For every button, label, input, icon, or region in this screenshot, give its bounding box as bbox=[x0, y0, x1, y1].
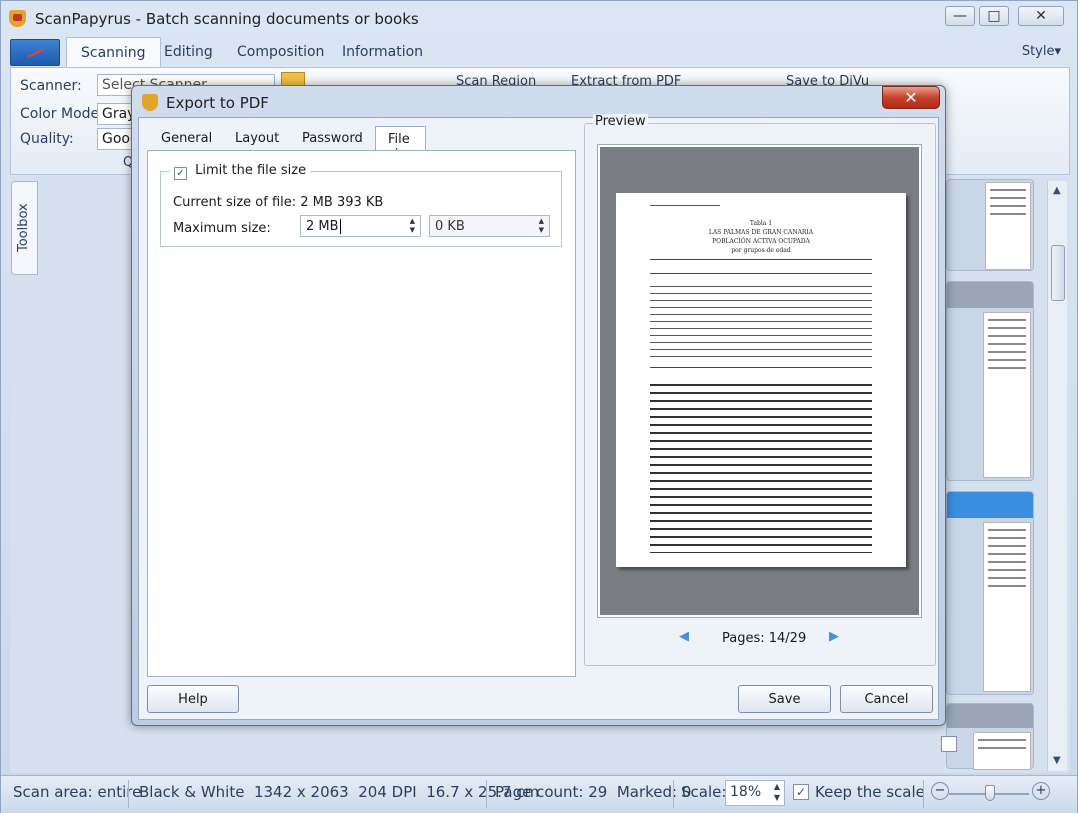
vertical-scrollbar[interactable]: ▲ ▼ bbox=[1047, 181, 1067, 771]
application-menu-button[interactable] bbox=[10, 39, 60, 66]
scrollbar-thumb[interactable] bbox=[1051, 245, 1065, 301]
max-size-mb-value: 2 MB bbox=[306, 219, 339, 234]
preview-header: Tabla 1 bbox=[749, 220, 773, 227]
window-title: ScanPapyrus - Batch scanning documents o… bbox=[35, 10, 419, 28]
preview-group: Tabla 1 LAS PALMAS DE GRAN CANARIA POBLA… bbox=[584, 123, 936, 666]
preview-table bbox=[650, 283, 872, 363]
keep-scale-checkbox[interactable]: ✓ bbox=[793, 784, 809, 800]
image-info-status: Black & White 1342 x 2063 204 DPI 16.7 x… bbox=[139, 783, 540, 801]
previous-page-icon[interactable]: ◀ bbox=[679, 629, 689, 644]
ribbon-tabs: Scanning Editing Composition Information… bbox=[1, 37, 1077, 67]
preview-viewport: Tabla 1 LAS PALMAS DE GRAN CANARIA POBLA… bbox=[597, 144, 922, 618]
tab-layout[interactable]: Layout bbox=[223, 126, 291, 150]
preview-page-heading: Tabla 1 LAS PALMAS DE GRAN CANARIA POBLA… bbox=[616, 219, 906, 255]
cancel-button[interactable]: Cancel bbox=[840, 685, 933, 713]
pages-indicator: Pages: 14/29 bbox=[722, 631, 807, 646]
limit-group-title: ✓ Limit the file size bbox=[170, 163, 311, 180]
status-bar: Scan area: entire Black & White 1342 x 2… bbox=[1, 775, 1077, 813]
kb-spinner-icon[interactable]: ▲ ▼ bbox=[539, 217, 544, 235]
max-size-kb-value: 0 KB bbox=[435, 219, 465, 234]
scanner-label: Scanner: bbox=[20, 78, 82, 94]
maximize-button[interactable]: □ bbox=[979, 6, 1009, 26]
zoom-out-button[interactable]: − bbox=[931, 782, 949, 800]
quality-label: Quality: bbox=[20, 131, 74, 147]
thumbnail-page bbox=[985, 182, 1031, 270]
limit-label[interactable]: Limit the file size bbox=[195, 163, 306, 178]
preview-body-text bbox=[650, 381, 872, 553]
next-page-icon[interactable]: ▶ bbox=[829, 629, 839, 644]
thumbnail-card[interactable] bbox=[941, 703, 1034, 770]
thumbnail-page bbox=[983, 522, 1031, 692]
tab-general[interactable]: General bbox=[149, 126, 224, 150]
scroll-up-icon[interactable]: ▲ bbox=[1053, 185, 1061, 196]
dialog-title: Export to PDF bbox=[166, 94, 269, 112]
thumbnail-card-selected[interactable] bbox=[946, 491, 1034, 695]
close-button[interactable]: ✕ bbox=[1018, 6, 1064, 26]
help-button[interactable]: Help bbox=[147, 685, 239, 713]
minimize-button[interactable]: — bbox=[945, 6, 975, 26]
keep-scale-label: Keep the scale bbox=[815, 783, 925, 801]
scroll-down-icon[interactable]: ▼ bbox=[1053, 755, 1061, 766]
scale-label: Scale: bbox=[681, 783, 727, 801]
tab-password[interactable]: Password bbox=[290, 126, 375, 150]
dialog-close-button[interactable]: ✕ bbox=[882, 86, 940, 109]
tab-scanning[interactable]: Scanning bbox=[66, 37, 161, 67]
max-size-kb-input[interactable]: 0 KB ▲ ▼ bbox=[429, 215, 550, 237]
preview-page: Tabla 1 LAS PALMAS DE GRAN CANARIA POBLA… bbox=[616, 193, 906, 567]
preview-title: LAS PALMAS DE GRAN CANARIA bbox=[708, 229, 814, 236]
export-pdf-dialog: Export to PDF ✕ General Layout Password … bbox=[131, 85, 946, 726]
preview-navigation: ◀ Pages: 14/29 ▶ bbox=[585, 629, 937, 649]
scale-spinner-icon[interactable]: ▲ ▼ bbox=[774, 781, 780, 803]
thumbnail-card[interactable] bbox=[946, 281, 1034, 481]
toolbox-tab[interactable]: Toolbox bbox=[11, 181, 38, 275]
zoom-in-button[interactable]: + bbox=[1032, 782, 1050, 800]
preview-title-label: Preview bbox=[593, 114, 648, 129]
tab-editing[interactable]: Editing bbox=[150, 37, 227, 67]
limit-checkbox[interactable]: ✓ bbox=[174, 167, 187, 180]
page-count-status: Page count: 29 Marked: 0 bbox=[495, 783, 692, 801]
thumbnail-panel bbox=[941, 177, 1046, 773]
color-mode-label: Color Mode: bbox=[20, 106, 104, 122]
save-button[interactable]: Save bbox=[738, 685, 831, 713]
title-bar[interactable]: ScanPapyrus - Batch scanning documents o… bbox=[1, 1, 1077, 35]
thumbnail-page bbox=[973, 732, 1031, 770]
file-size-panel: ✓ Limit the file size Current size of fi… bbox=[147, 150, 576, 677]
toolbox-label: Toolbox bbox=[16, 203, 31, 252]
thumbnail-page bbox=[983, 312, 1031, 478]
tab-information[interactable]: Information bbox=[328, 37, 437, 67]
thumbnail-card[interactable] bbox=[946, 179, 1034, 271]
current-size-label: Current size of file: 2 MB 393 KB bbox=[173, 195, 384, 210]
mb-spinner-icon[interactable]: ▲ ▼ bbox=[410, 217, 415, 235]
style-menu[interactable]: Style▾ bbox=[1022, 44, 1061, 59]
thumbnail-checkbox[interactable] bbox=[941, 736, 957, 752]
tab-composition[interactable]: Composition bbox=[223, 37, 338, 67]
max-size-mb-input[interactable]: 2 MB ▲ ▼ bbox=[300, 215, 421, 237]
scale-input[interactable]: 18% ▲ ▼ bbox=[725, 780, 785, 806]
tab-file-size[interactable]: File size bbox=[375, 126, 427, 162]
scale-value: 18% bbox=[730, 784, 762, 800]
preview-subtitle-2: por grupos de edad bbox=[731, 247, 791, 254]
scan-area-status: Scan area: entire bbox=[13, 783, 142, 801]
preview-subtitle: POBLACIÓN ACTIVA OCUPADA bbox=[712, 238, 810, 245]
app-logo-icon bbox=[9, 10, 26, 27]
max-size-label: Maximum size: bbox=[173, 221, 271, 236]
zoom-slider-thumb[interactable] bbox=[985, 785, 995, 801]
dialog-body: General Layout Password File size ✓ Limi… bbox=[138, 114, 939, 720]
dialog-logo-icon bbox=[142, 94, 158, 111]
